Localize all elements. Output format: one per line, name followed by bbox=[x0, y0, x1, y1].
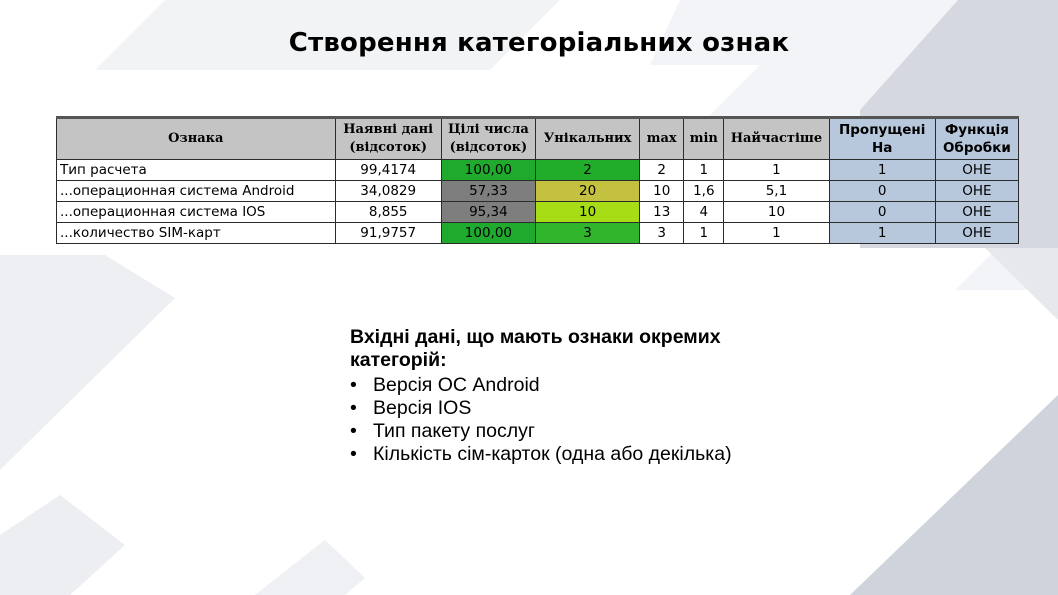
cell-min: 1 bbox=[683, 159, 725, 181]
list-item-text: Тип пакету послуг bbox=[373, 420, 535, 442]
deco-stripe-right-lower bbox=[850, 395, 1058, 595]
table-row: ...операционная система Android 34,0829 … bbox=[56, 180, 1020, 202]
list-item: • Версія IOS bbox=[350, 397, 790, 420]
cell-min: 1 bbox=[683, 222, 725, 244]
header-available-data: Наявні дані (відсоток) bbox=[334, 117, 442, 160]
deco-stripe-bottom bbox=[255, 540, 365, 595]
cell-feature-name: ...операционная система IOS bbox=[56, 201, 336, 223]
header-min: min bbox=[683, 117, 725, 160]
list-item-text: Версія IOS bbox=[373, 397, 472, 419]
cell-most-frequent: 1 bbox=[723, 159, 830, 181]
list-item: • Тип пакету послуг bbox=[350, 420, 790, 443]
cell-unique: 2 bbox=[534, 159, 641, 181]
cell-available: 91,9757 bbox=[334, 222, 442, 244]
cell-available: 34,0829 bbox=[334, 180, 442, 202]
cell-feature-name: ...количество SIM-карт bbox=[56, 222, 336, 244]
header-unique: Унікальних bbox=[534, 117, 641, 160]
cell-missing: 0 bbox=[828, 180, 936, 202]
bullet-icon: • bbox=[350, 374, 357, 396]
cell-min: 4 bbox=[683, 201, 725, 223]
table-header-row: Ознака Наявні дані (відсоток) Цілі числа(… bbox=[56, 117, 1020, 160]
list-item: • Версія ОС Android bbox=[350, 374, 790, 397]
table-row: ...операционная система IOS 8,855 95,34 … bbox=[56, 201, 1020, 223]
cell-most-frequent: 1 bbox=[723, 222, 830, 244]
cell-integers: 95,34 bbox=[440, 201, 536, 223]
list-item: • Кількість сім-карток (одна або декілька… bbox=[350, 443, 790, 466]
header-feature: Ознака bbox=[56, 117, 336, 160]
cell-function: OHE bbox=[934, 180, 1020, 202]
bullet-icon: • bbox=[350, 397, 357, 419]
cell-missing: 1 bbox=[828, 222, 936, 244]
list-item-text: Кількість сім-карток (одна або декілька) bbox=[373, 443, 732, 465]
cell-available: 99,4174 bbox=[334, 159, 442, 181]
cell-available: 8,855 bbox=[334, 201, 442, 223]
header-function: Функція Обробки bbox=[934, 117, 1020, 160]
cell-max: 2 bbox=[639, 159, 685, 181]
heading-line: категорій: bbox=[350, 349, 447, 371]
cell-function: OHE bbox=[934, 222, 1020, 244]
deco-stripe-bottom-left bbox=[0, 495, 125, 595]
cell-feature-name: ...операционная система Android bbox=[56, 180, 336, 202]
list-item-text: Версія ОС Android bbox=[373, 374, 540, 396]
bullet-icon: • bbox=[350, 443, 357, 465]
table-row: ...количество SIM-карт 91,9757 100,00 3 … bbox=[56, 222, 1020, 244]
page-title: Створення категоріальних ознак bbox=[288, 28, 790, 58]
background-decoration bbox=[0, 0, 1058, 595]
features-table: Ознака Наявні дані (відсоток) Цілі числа(… bbox=[56, 116, 1020, 244]
header-most-frequent: Найчастіше bbox=[723, 117, 830, 160]
cell-unique: 10 bbox=[534, 201, 641, 223]
cell-max: 3 bbox=[639, 222, 685, 244]
header-missing: Пропущені На bbox=[828, 117, 936, 160]
description-heading: Вхідні дані, що мають ознаки окремих кат… bbox=[350, 326, 790, 372]
table-row: Тип расчета 99,4174 100,00 2 2 1 1 1 OHE bbox=[56, 159, 1020, 181]
cell-function: OHE bbox=[934, 159, 1020, 181]
header-integers: Цілі числа (відсоток) bbox=[440, 117, 536, 160]
cell-most-frequent: 10 bbox=[723, 201, 830, 223]
heading-line: Вхідні дані, що мають ознаки окремих bbox=[350, 326, 721, 348]
cell-integers: 100,00 bbox=[440, 159, 536, 181]
deco-stripe-left bbox=[0, 255, 175, 470]
bullet-icon: • bbox=[350, 420, 357, 442]
cell-unique: 20 bbox=[534, 180, 641, 202]
header-max: max bbox=[639, 117, 685, 160]
cell-feature-name: Тип расчета bbox=[56, 159, 336, 181]
cell-integers: 100,00 bbox=[440, 222, 536, 244]
description-block: Вхідні дані, що мають ознаки окремих кат… bbox=[350, 326, 790, 466]
cell-missing: 0 bbox=[828, 201, 936, 223]
cell-function: OHE bbox=[934, 201, 1020, 223]
cell-max: 13 bbox=[639, 201, 685, 223]
cell-missing: 1 bbox=[828, 159, 936, 181]
cell-unique: 3 bbox=[534, 222, 641, 244]
cell-min: 1,6 bbox=[683, 180, 725, 202]
bullet-list: • Версія ОС Android • Версія IOS • Тип паке… bbox=[350, 374, 790, 466]
cell-max: 10 bbox=[639, 180, 685, 202]
cell-integers: 57,33 bbox=[440, 180, 536, 202]
cell-most-frequent: 5,1 bbox=[723, 180, 830, 202]
